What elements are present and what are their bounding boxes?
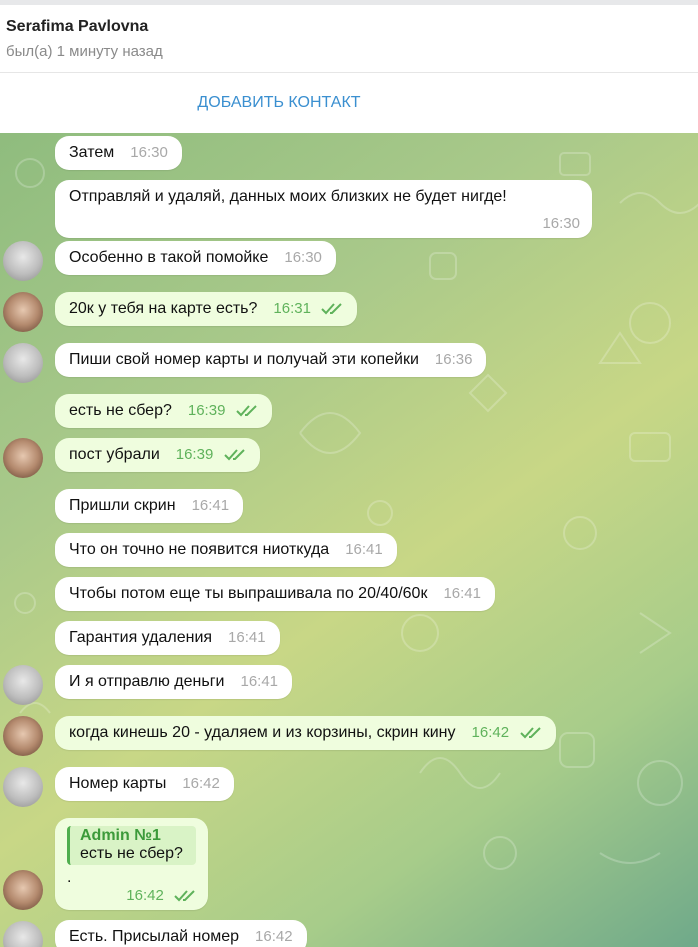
message-text: . (67, 869, 72, 886)
message-bubble[interactable]: когда кинешь 20 - удаляем и из корзины, … (55, 716, 556, 750)
message-bubble[interactable]: Номер карты 16:42 (55, 767, 234, 801)
message-bubble[interactable]: Есть. Присылай номер 16:42 (55, 920, 307, 947)
message-bubble[interactable]: Гарантия удаления 16:41 (55, 621, 280, 655)
last-seen-status: был(а) 1 минуту назад (6, 43, 163, 60)
message-bubble[interactable]: И я отправлю деньги 16:41 (55, 665, 293, 699)
message-bubble[interactable]: Пришли скрин 16:41 (55, 489, 244, 523)
message-bubble[interactable]: Что он точно не появится ниоткуда 16:41 (55, 533, 397, 567)
message-bubble[interactable]: Отправляй и удаляй, данных моих близких … (55, 180, 592, 238)
reply-author: Admin №1 (80, 827, 161, 844)
read-checkmarks-icon (236, 405, 257, 417)
reply-text: есть не сбер? (80, 845, 183, 862)
message-bubble[interactable]: Чтобы потом еще ты выпрашивала по 20/40/… (55, 577, 495, 611)
read-checkmarks-icon (224, 449, 245, 461)
message-bubble[interactable]: Особенно в такой помойке 16:30 (55, 241, 336, 275)
message-bubble[interactable]: есть не сбер? 16:39 (55, 394, 272, 428)
chat-header[interactable]: Serafima Pavlovna был(а) 1 минуту назад (0, 5, 698, 73)
message-bubble[interactable]: пост убрали 16:39 (55, 438, 260, 472)
add-contact-bar: ДОБАВИТЬ КОНТАКТ (0, 73, 698, 133)
reply-message-bubble[interactable]: Admin №1 есть не сбер? . 16:42 (55, 818, 208, 910)
message-bubble[interactable]: Пиши свой номер карты и получай эти копе… (55, 343, 487, 377)
message-time: 16:42 (126, 887, 164, 904)
sender-avatar[interactable] (3, 870, 43, 910)
reply-quote[interactable]: Admin №1 есть не сбер? (67, 826, 196, 865)
message-bubble[interactable]: 20к у тебя на карте есть? 16:31 (55, 292, 358, 326)
sender-avatar[interactable] (3, 438, 43, 478)
sender-avatar[interactable] (3, 292, 43, 332)
sender-avatar[interactable] (3, 716, 43, 756)
sender-avatar[interactable] (3, 665, 43, 705)
sender-avatar[interactable] (3, 343, 43, 383)
read-checkmarks-icon (174, 890, 195, 902)
read-checkmarks-icon (519, 727, 541, 739)
contact-name[interactable]: Serafima Pavlovna (6, 18, 148, 36)
read-checkmarks-icon (321, 303, 343, 315)
sender-avatar[interactable] (3, 241, 43, 281)
message-list[interactable]: Затем 16:30 Отправляй и удаляй, данных мо… (0, 133, 698, 947)
message-bubble[interactable]: Затем 16:30 (55, 136, 182, 170)
sender-avatar[interactable] (3, 767, 43, 807)
add-contact-button[interactable]: ДОБАВИТЬ КОНТАКТ (0, 73, 558, 133)
